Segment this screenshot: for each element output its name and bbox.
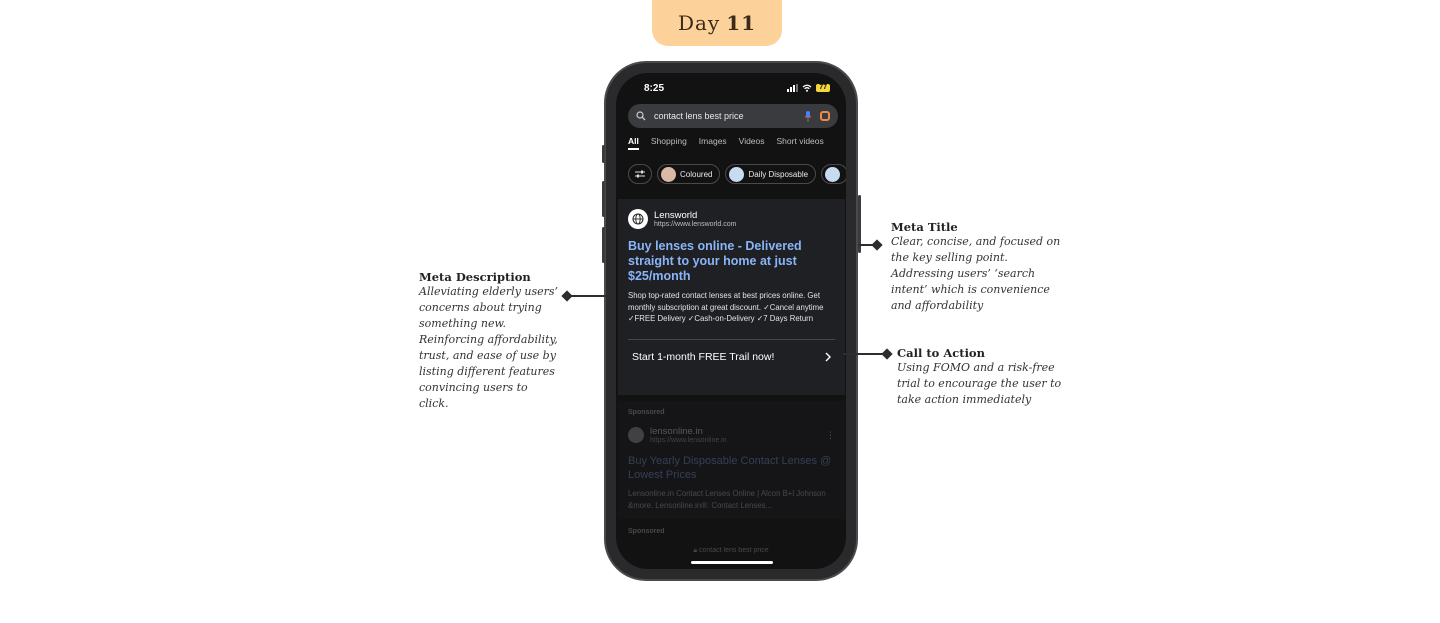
signal-icon (787, 84, 799, 92)
chip-thumbnail (661, 166, 676, 182)
sponsored-label: Sponsored (628, 409, 665, 416)
status-time: 8:25 (644, 82, 665, 94)
ad-site-url: https://www.lensonline.in (650, 437, 727, 444)
chip-coloured[interactable]: Coloured (657, 164, 721, 184)
search-tabs: All Shopping Images Videos Short videos (628, 136, 846, 150)
ad-site-url: https://www.lensworld.com (654, 221, 737, 228)
search-input[interactable]: contact lens best price (654, 111, 796, 121)
ad-title-link[interactable]: Buy Yearly Disposable Contact Lenses @ L… (628, 454, 835, 482)
day-badge: Day 11 (652, 0, 782, 46)
tab-videos[interactable]: Videos (739, 136, 765, 150)
annotation-text: Alleviating elderly users’ concerns abou… (419, 285, 559, 410)
more-options-icon[interactable]: ⋮ (826, 430, 835, 441)
annotation-title: Call to Action (897, 346, 985, 360)
annotation-title: Meta Title (891, 220, 958, 234)
connector-dot (881, 348, 893, 360)
home-indicator[interactable] (691, 561, 773, 564)
ad-result-lensonline[interactable]: Sponsored lensonline.in https://www.lens… (618, 401, 845, 519)
phone-volume-up (602, 181, 605, 217)
search-bar[interactable]: contact lens best price (628, 104, 838, 128)
sponsored-label: Sponsored (628, 528, 665, 535)
ad-result-third: Sponsored (628, 528, 834, 535)
search-icon (636, 111, 646, 121)
battery-icon: 77 (816, 84, 830, 92)
filter-chip[interactable] (628, 164, 652, 184)
ad-site-name: Lensworld (654, 210, 698, 221)
tab-all[interactable]: All (628, 136, 639, 150)
connector-dot (871, 239, 883, 251)
cta-label: Start 1-month FREE Trail now! (632, 350, 775, 363)
globe-icon (628, 427, 644, 443)
ad-title-link[interactable]: Buy lenses online - Delivered straight t… (628, 239, 835, 284)
globe-icon (628, 209, 648, 229)
ad-site-name: lensonline.in (650, 426, 703, 437)
phone-mockup: 8:25 77 contact lens best price All Shop… (602, 61, 861, 581)
phone-screen: 8:25 77 contact lens best price All Shop… (616, 73, 846, 569)
annotation-text: Using FOMO and a risk-free trial to enco… (897, 361, 1062, 406)
chip-label: Coloured (680, 169, 713, 179)
ad-result-lensworld[interactable]: Lensworld https://www.lensworld.com Buy … (618, 199, 845, 395)
chip-thumbnail (825, 166, 841, 182)
tab-short-videos[interactable]: Short videos (777, 136, 824, 150)
ad-description: Shop top-rated contact lenses at best pr… (628, 291, 824, 323)
ad-description: Lensonline.in Contact Lenses Online | Al… (628, 489, 826, 510)
bottom-address-bar[interactable]: 🔒︎ contact lens best price (616, 547, 846, 555)
status-bar: 8:25 77 (616, 73, 846, 103)
mic-icon[interactable] (804, 110, 812, 122)
connector-line (567, 295, 607, 297)
day-number: 11 (726, 11, 757, 35)
annotation-text: Clear, concise, and focused on the key s… (891, 235, 1061, 312)
google-lens-icon[interactable] (820, 111, 830, 121)
tab-images[interactable]: Images (699, 136, 727, 150)
status-icons: 77 (787, 84, 830, 92)
chip-label: Daily Disposable (748, 169, 809, 179)
chevron-right-icon (825, 352, 831, 361)
chip-thumbnail (729, 166, 745, 182)
connector-line (843, 353, 883, 355)
phone-volume-down (602, 227, 605, 263)
chip-partial[interactable] (821, 164, 846, 184)
annotation-call-to-action: Call to Action Using FOMO and a risk-fre… (897, 346, 1069, 408)
day-label: Day (677, 11, 721, 35)
bottom-url-text: contact lens best price (699, 547, 769, 554)
filter-chips: Coloured Daily Disposable (628, 164, 846, 184)
ad-site-info: Lensworld https://www.lensworld.com (628, 209, 835, 229)
sliders-icon (635, 170, 645, 178)
annotation-title: Meta Description (419, 270, 531, 284)
annotation-meta-description: Meta Description Alleviating elderly use… (419, 270, 559, 412)
annotation-meta-title: Meta Title Clear, concise, and focused o… (891, 220, 1063, 314)
cta-sitelink[interactable]: Start 1-month FREE Trail now! (628, 340, 835, 374)
tab-shopping[interactable]: Shopping (651, 136, 687, 150)
ad-site-info: lensonline.in https://www.lensonline.in … (628, 426, 835, 444)
wifi-icon (802, 84, 812, 92)
chip-daily-disposable[interactable]: Daily Disposable (725, 164, 817, 184)
phone-mute-switch (602, 145, 605, 163)
